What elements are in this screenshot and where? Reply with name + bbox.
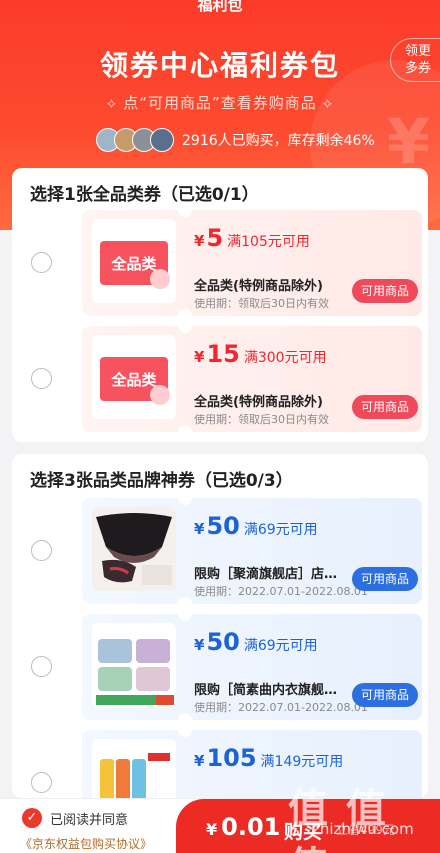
buyers-info: 2916人已购买，库存剩余46%: [96, 128, 375, 152]
applicable-products-button[interactable]: 可用商品: [352, 279, 418, 303]
diamond-dash-icon: ⟡: [106, 94, 118, 112]
currency-symbol: ¥: [194, 232, 205, 250]
brand-coupon-section: 选择3张品类品牌神券（已选0/3） ¥ 50 满69元可用 限购［聚滴旗舰店］店…: [12, 454, 428, 798]
price-value: 0.01: [221, 813, 281, 841]
discount-condition: 满300元可用: [243, 350, 327, 366]
claim-line-1: 领更: [405, 44, 432, 59]
notch: [178, 425, 192, 432]
page-title: 领券中心福利券包: [99, 49, 340, 82]
lingerie-product-image: [92, 507, 176, 591]
coupon-select-radio[interactable]: [31, 540, 52, 561]
discount-value: 15: [206, 340, 240, 368]
applicable-products-button[interactable]: 可用商品: [352, 567, 418, 591]
coupon-amount: ¥ 50 满69元可用: [194, 512, 318, 540]
notch: [178, 597, 192, 604]
coupon-card[interactable]: 全品类 ¥ 15 满300元可用 全品类(特例商品除外) 使用期：领取后30日内…: [82, 326, 422, 432]
discount-condition: 满69元可用: [243, 638, 318, 654]
coupon-select-radio[interactable]: [31, 772, 52, 793]
watermark-logo: 值 值 值: [288, 786, 388, 853]
notch: [178, 210, 192, 217]
coupon-thumbnail: 全品类: [92, 335, 176, 419]
diamond-dash-icon: ⟡: [322, 94, 334, 112]
coupon-thumbnail: 全品类: [92, 219, 176, 303]
applicable-products-button[interactable]: 可用商品: [352, 395, 418, 419]
stamp-decoration: [150, 269, 170, 289]
agree-checkbox[interactable]: ✓: [22, 808, 42, 828]
all-category-coupon-section: 选择1张全品类券（已选0/1） 全品类 ¥ 5 满105元可用 全品类(特例商品…: [12, 168, 428, 442]
buyers-count-text: 2916人已购买，库存剩余46%: [182, 133, 375, 149]
claim-more-coupons-button[interactable]: 领更 多券: [390, 38, 440, 82]
watermark-site: zhizhiwu.com: [312, 820, 414, 838]
coupon-amount: ¥ 105 满149元可用: [194, 744, 343, 772]
underwear-product-image: [92, 623, 176, 707]
coupon-period: 使用期：2022.07.01-2022.08.01: [194, 701, 368, 714]
section-title: 选择3张品类品牌神券（已选0/3）: [30, 471, 293, 491]
product-thumbnail: [92, 623, 176, 707]
currency-symbol: ¥: [194, 348, 205, 366]
coupon-select-radio[interactable]: [31, 656, 52, 677]
coupon-period: 使用期：领取后30日内有效: [194, 413, 329, 426]
notch: [178, 614, 192, 621]
ticket-icon: 全品类: [100, 357, 170, 405]
ticket-icon: 全品类: [100, 241, 170, 289]
discount-condition: 满105元可用: [227, 234, 310, 250]
discount-condition: 满149元可用: [260, 754, 344, 770]
coupon-card[interactable]: ¥ 50 满69元可用 限购［简素曲内衣旗舰店... 使用期：2022.07.0…: [82, 614, 422, 720]
coupon-select-radio[interactable]: [31, 252, 52, 273]
coupon-amount: ¥ 50 满69元可用: [194, 628, 318, 656]
subtitle-text: 点“可用商品”查看券购商品: [123, 94, 317, 112]
claim-line-2: 多券: [405, 61, 432, 76]
agree-label: 已阅读并同意: [50, 813, 129, 828]
coupon-amount: ¥ 5 满105元可用: [194, 224, 310, 252]
currency-symbol: ¥: [194, 752, 205, 770]
coupon-scope: 限购［简素曲内衣旗舰店...: [194, 683, 344, 698]
product-thumbnail: [92, 739, 176, 798]
notch: [178, 713, 192, 720]
coupon-period: 使用期：领取后30日内有效: [194, 297, 329, 310]
discount-value: 50: [206, 512, 240, 540]
currency-symbol: ¥: [194, 636, 205, 654]
coupon-scope: 限购［聚滴旗舰店］店铺...: [194, 567, 344, 582]
currency-symbol: ¥: [194, 520, 205, 538]
purchase-agreement-link[interactable]: 《京东权益包购买协议》: [20, 835, 152, 852]
coupon-card[interactable]: ¥ 50 满69元可用 限购［聚滴旗舰店］店铺... 使用期：2022.07.0…: [82, 498, 422, 604]
discount-value: 5: [206, 224, 224, 252]
section-title: 选择1张全品类券（已选0/1）: [30, 185, 259, 205]
notch: [178, 309, 192, 316]
discount-value: 105: [206, 744, 257, 772]
buy-price: ¥ 0.01: [206, 813, 280, 841]
product-thumbnail: [92, 507, 176, 591]
coupon-card[interactable]: 全品类 ¥ 5 满105元可用 全品类(特例商品除外) 使用期：领取后30日内有…: [82, 210, 422, 316]
currency-symbol: ¥: [206, 820, 218, 839]
discount-value: 50: [206, 628, 240, 656]
discount-condition: 满69元可用: [243, 522, 318, 538]
page-subtitle: ⟡ 点“可用商品”查看券购商品 ⟡: [0, 92, 440, 113]
notch: [178, 326, 192, 333]
cosmetics-product-image: [92, 739, 176, 798]
coupon-scope: 全品类(特例商品除外): [194, 395, 323, 410]
notch: [178, 730, 192, 737]
coupon-select-radio[interactable]: [31, 368, 52, 389]
top-title-fragment: 福利包: [197, 0, 243, 14]
avatar: [150, 128, 174, 152]
coupon-period: 使用期：2022.07.01-2022.08.01: [194, 585, 368, 598]
notch: [178, 498, 192, 505]
stamp-decoration: [150, 385, 170, 405]
coupon-amount: ¥ 15 满300元可用: [194, 340, 327, 368]
coupon-scope: 全品类(特例商品除外): [194, 279, 323, 294]
applicable-products-button[interactable]: 可用商品: [352, 683, 418, 707]
